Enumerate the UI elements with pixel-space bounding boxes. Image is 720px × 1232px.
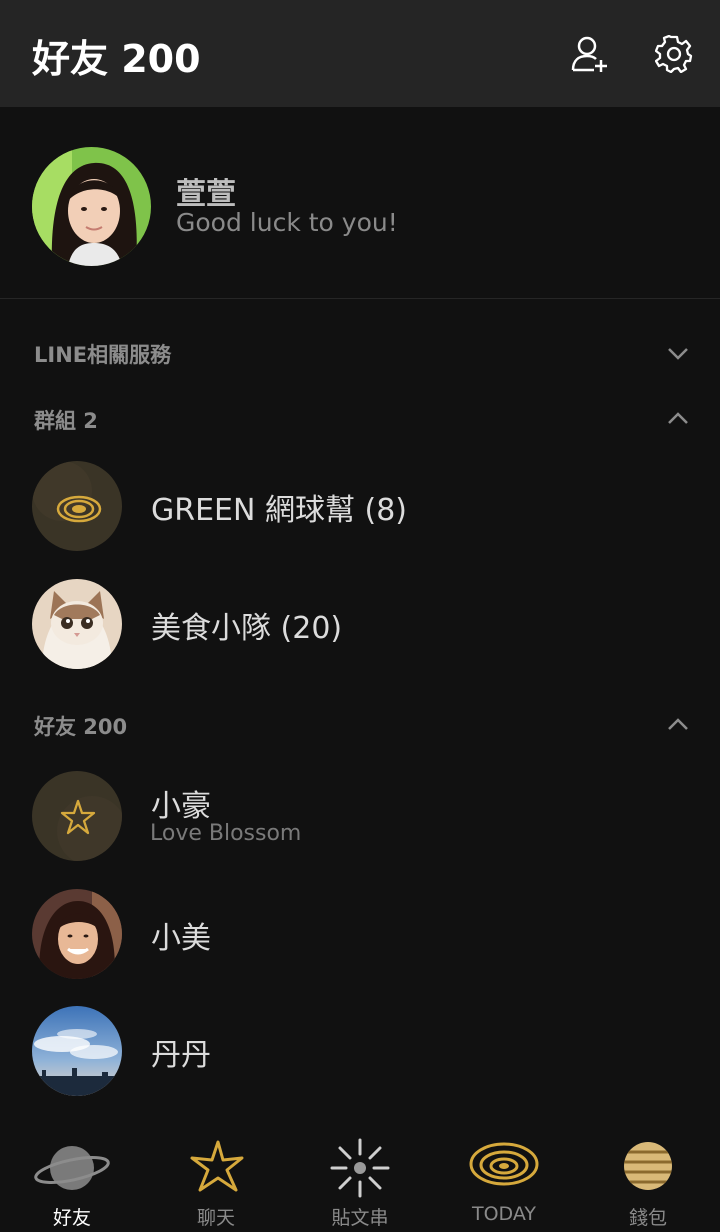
chevron-down-icon <box>668 348 688 360</box>
sun-icon <box>330 1138 390 1198</box>
tab-chats[interactable]: 聊天 <box>144 1124 288 1232</box>
friend-name: 丹丹 <box>151 1038 211 1073</box>
planet-icon <box>34 1146 110 1190</box>
gear-icon <box>655 35 693 73</box>
avatar[interactable] <box>32 147 151 266</box>
bottom-tab-bar: 好友 聊天 貼文串 TODAY 錢包 <box>0 1124 720 1232</box>
section-friends[interactable]: 好友 200 <box>0 699 720 749</box>
friend-row[interactable]: 小美 <box>0 879 720 989</box>
tab-timeline[interactable]: 貼文串 <box>288 1124 432 1232</box>
section-label: 好友 200 <box>34 715 128 739</box>
friend-avatar <box>32 1006 122 1096</box>
star-icon <box>190 1140 244 1192</box>
friend-row[interactable]: 小豪 Love Blossom <box>0 761 720 871</box>
add-friend-button[interactable] <box>566 30 614 78</box>
rings-icon <box>469 1142 539 1186</box>
section-line-services[interactable]: LINE相關服務 <box>0 327 720 377</box>
group-name: GREEN 網球幫 (8) <box>151 493 408 528</box>
profile-status-message: Good luck to you! <box>176 208 398 237</box>
friend-name: 小美 <box>151 921 211 956</box>
tab-label: 好友 <box>52 1207 91 1229</box>
section-label: 群組 2 <box>34 409 98 433</box>
app-header: 好友 200 <box>0 0 720 107</box>
tab-label: 錢包 <box>628 1207 667 1229</box>
profile-name: 萱萱 <box>176 177 236 212</box>
friend-name: 小豪 <box>151 789 211 824</box>
tab-label: 貼文串 <box>331 1207 389 1229</box>
friend-avatar <box>32 889 122 979</box>
page-title: 好友 200 <box>32 37 201 81</box>
group-name: 美食小隊 (20) <box>151 611 343 646</box>
my-profile-row[interactable]: 萱萱 Good luck to you! <box>0 107 720 299</box>
group-avatar <box>32 461 122 551</box>
tab-label: TODAY <box>472 1203 536 1225</box>
striped-planet-icon <box>624 1142 672 1190</box>
chevron-up-icon <box>668 718 688 730</box>
section-groups[interactable]: 群組 2 <box>0 393 720 443</box>
tab-label: 聊天 <box>196 1207 235 1229</box>
tab-friends[interactable]: 好友 <box>0 1124 144 1232</box>
tab-today[interactable]: TODAY <box>432 1124 576 1232</box>
friend-status-message: Love Blossom <box>150 821 302 846</box>
friend-avatar <box>32 771 122 861</box>
group-avatar <box>32 579 122 669</box>
group-row[interactable]: 美食小隊 (20) <box>0 569 720 679</box>
settings-button[interactable] <box>650 30 698 78</box>
tab-wallet[interactable]: 錢包 <box>576 1124 720 1232</box>
chevron-up-icon <box>668 412 688 424</box>
add-friend-icon <box>571 36 607 72</box>
group-row[interactable]: GREEN 網球幫 (8) <box>0 451 720 561</box>
friend-row[interactable]: 丹丹 <box>0 996 720 1106</box>
section-label: LINE相關服務 <box>34 343 172 367</box>
